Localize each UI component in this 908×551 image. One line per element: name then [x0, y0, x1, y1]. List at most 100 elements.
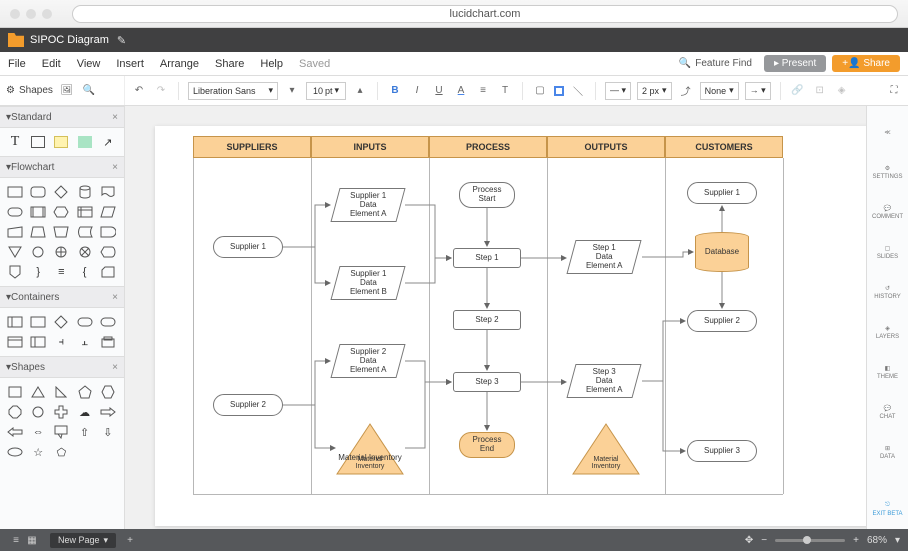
fill-icon[interactable]: ▢: [532, 83, 548, 99]
s2-hex[interactable]: [99, 384, 117, 400]
shape-internal[interactable]: [76, 204, 94, 220]
layer-icon[interactable]: ◈: [834, 83, 850, 99]
dot-green[interactable]: [42, 9, 52, 19]
shape-merge[interactable]: [6, 244, 24, 260]
header-customers[interactable]: CUSTOMERS: [665, 136, 783, 158]
close-icon[interactable]: ×: [112, 162, 118, 173]
close-icon[interactable]: ×: [112, 112, 118, 123]
node-supplier1[interactable]: Supplier 1: [213, 236, 283, 258]
s2-cloud[interactable]: ☁: [76, 404, 94, 420]
search-icon[interactable]: 🔍: [81, 83, 97, 99]
menu-arrange[interactable]: Arrange: [160, 58, 199, 70]
node-out1[interactable]: Step 1 Data Element A: [566, 240, 641, 274]
chevron-down-icon[interactable]: ▾: [895, 535, 900, 546]
add-page-icon[interactable]: +: [122, 532, 138, 548]
menu-help[interactable]: Help: [260, 58, 283, 70]
section-shapes2[interactable]: ▾ Shapes×: [0, 356, 124, 378]
page-tab[interactable]: New Page ▾: [50, 533, 116, 548]
rp-chat[interactable]: 💬CHAT: [867, 392, 908, 432]
node-inventory[interactable]: Material Inventory: [333, 422, 407, 478]
shape-manual[interactable]: [6, 224, 24, 240]
shape-connector[interactable]: [29, 244, 47, 260]
close-icon[interactable]: ×: [112, 362, 118, 373]
node-step2[interactable]: Step 2: [453, 310, 521, 330]
list-view-icon[interactable]: ≡: [8, 532, 24, 548]
s2-poly[interactable]: ⬠: [52, 444, 70, 460]
menu-edit[interactable]: Edit: [42, 58, 61, 70]
s2-arrowu[interactable]: ⇧: [76, 424, 94, 440]
s2-pent[interactable]: [76, 384, 94, 400]
text-field-icon[interactable]: T: [497, 83, 513, 99]
underline-icon[interactable]: U: [431, 83, 447, 99]
shape-note-lines[interactable]: ≡: [52, 264, 70, 280]
cont-1[interactable]: [6, 314, 24, 330]
shape-cylinder[interactable]: [76, 184, 94, 200]
shape-stored[interactable]: [76, 224, 94, 240]
text-color-icon[interactable]: A: [453, 83, 469, 99]
shape-brace-r[interactable]: }: [29, 264, 47, 280]
s2-callout[interactable]: [52, 424, 70, 440]
edit-title-icon[interactable]: ✎: [117, 34, 126, 47]
cont-7[interactable]: [29, 334, 47, 350]
shape-box[interactable]: [29, 134, 47, 150]
s2-circle[interactable]: [29, 404, 47, 420]
doc-title[interactable]: SIPOC Diagram: [30, 34, 109, 46]
section-flowchart[interactable]: ▾ Flowchart×: [0, 156, 124, 178]
shape-doc[interactable]: [99, 184, 117, 200]
s2-tri[interactable]: [29, 384, 47, 400]
header-inputs[interactable]: INPUTS: [311, 136, 429, 158]
rp-collapse[interactable]: ≪: [867, 112, 908, 152]
cont-3[interactable]: [52, 314, 70, 330]
shape-card[interactable]: [99, 264, 117, 280]
shape-sum[interactable]: [76, 244, 94, 260]
shape-text[interactable]: T: [6, 134, 24, 150]
shape-display[interactable]: [99, 244, 117, 260]
node-pstart[interactable]: Process Start: [459, 182, 515, 208]
dot-red[interactable]: [10, 9, 20, 19]
shape-delay[interactable]: [99, 224, 117, 240]
header-outputs[interactable]: OUTPUTS: [547, 136, 665, 158]
dot-yellow[interactable]: [26, 9, 36, 19]
s2-arrowl[interactable]: [6, 424, 24, 440]
redo-icon[interactable]: ↷: [153, 83, 169, 99]
s2-rtri[interactable]: [52, 384, 70, 400]
s2-arrowr[interactable]: [99, 404, 117, 420]
arrow-end-select[interactable]: → ▾: [745, 82, 771, 100]
lock-icon[interactable]: ⊡: [812, 83, 828, 99]
shape-trap[interactable]: [29, 224, 47, 240]
share-button[interactable]: +👤 Share: [832, 55, 900, 72]
italic-icon[interactable]: I: [409, 83, 425, 99]
node-cust1[interactable]: Supplier 1: [687, 182, 757, 204]
line-style-select[interactable]: — ▾: [605, 82, 631, 100]
shape-offpage[interactable]: [6, 264, 24, 280]
node-step1[interactable]: Step 1: [453, 248, 521, 268]
rp-exit-beta[interactable]: ⎋EXIT BETA: [867, 489, 908, 529]
url-bar[interactable]: lucidchart.com: [72, 5, 898, 23]
align-icon[interactable]: ≡: [475, 83, 491, 99]
node-input1[interactable]: Supplier 1 Data Element A: [330, 188, 405, 222]
line-color-icon[interactable]: ＼: [570, 83, 586, 99]
cont-5[interactable]: [99, 314, 117, 330]
shape-or[interactable]: [52, 244, 70, 260]
node-pend[interactable]: Process End: [459, 432, 515, 458]
node-input2[interactable]: Supplier 1 Data Element B: [330, 266, 405, 300]
canvas-area[interactable]: SUPPLIERS INPUTS PROCESS OUTPUTS CUSTOME…: [125, 106, 866, 529]
font-size-input[interactable]: 10 pt ▾: [306, 82, 346, 100]
undo-icon[interactable]: ↶: [131, 83, 147, 99]
s2-star[interactable]: ☆: [29, 444, 47, 460]
s2-rect[interactable]: [6, 384, 24, 400]
close-icon[interactable]: ×: [112, 292, 118, 303]
header-process[interactable]: PROCESS: [429, 136, 547, 158]
cont-6[interactable]: [6, 334, 24, 350]
menu-view[interactable]: View: [77, 58, 101, 70]
menu-file[interactable]: File: [8, 58, 26, 70]
zoom-in-icon[interactable]: +: [853, 535, 859, 546]
rp-settings[interactable]: ⚙SETTINGS: [867, 152, 908, 192]
shape-para[interactable]: [99, 204, 117, 220]
arrow-start-select[interactable]: None ▾: [700, 82, 739, 100]
menu-insert[interactable]: Insert: [116, 58, 144, 70]
node-cust3[interactable]: Supplier 3: [687, 440, 757, 462]
section-containers[interactable]: ▾ Containers×: [0, 286, 124, 308]
shape-block[interactable]: [76, 134, 94, 150]
cont-9[interactable]: ⫠: [76, 334, 94, 350]
